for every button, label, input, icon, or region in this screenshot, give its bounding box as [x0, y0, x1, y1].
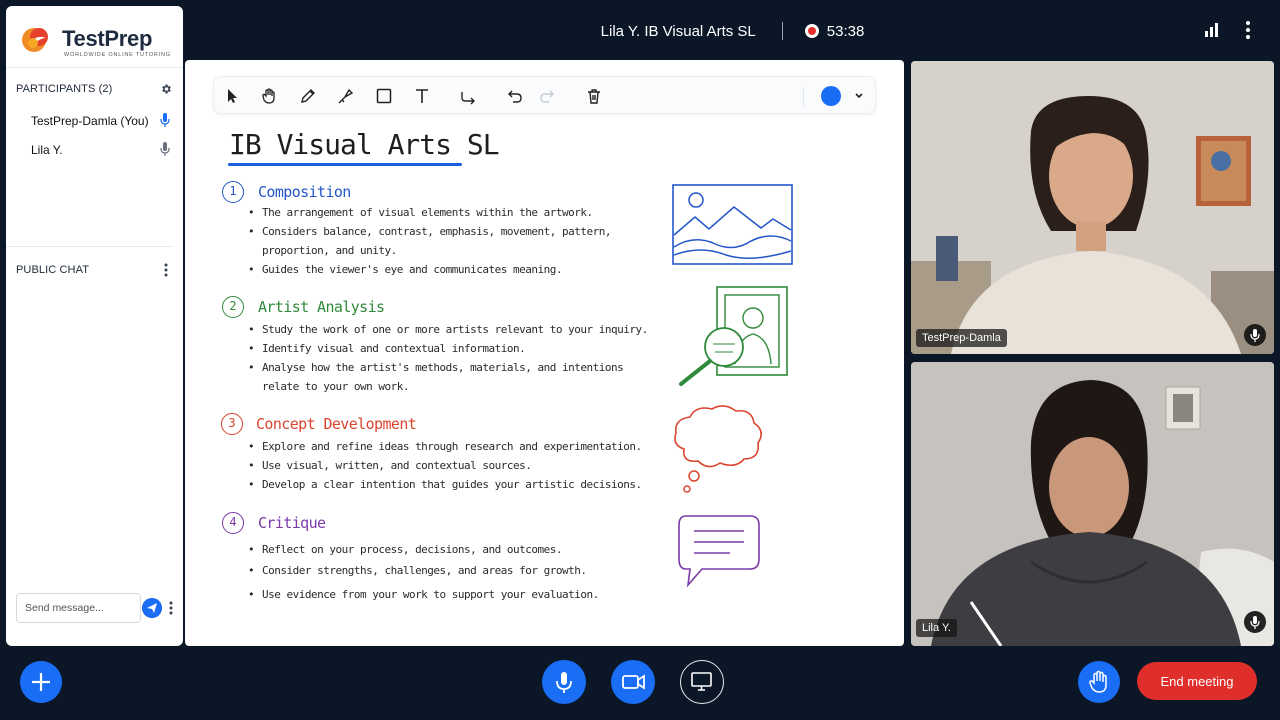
- hand-icon[interactable]: [260, 86, 280, 106]
- marker-icon[interactable]: [336, 86, 356, 106]
- gear-icon[interactable]: [160, 83, 172, 95]
- participant-row-damla[interactable]: TestPrep-Damla (You): [31, 114, 149, 128]
- whiteboard[interactable]: IB Visual Arts SL 1 Composition The arra…: [185, 60, 904, 646]
- add-plus-button[interactable]: [20, 661, 62, 703]
- raise-hand-button[interactable]: [1078, 661, 1120, 703]
- participant-name-tag: Lila Y.: [916, 619, 957, 637]
- bullet-item: Guides the viewer's eye and communicates…: [248, 263, 563, 276]
- chat-options-icon[interactable]: [164, 263, 168, 277]
- camera-button[interactable]: [611, 660, 655, 704]
- magnifier-portrait-icon: [679, 286, 788, 386]
- microphone-icon[interactable]: [1244, 611, 1266, 633]
- bullet-item: Analyse how the artist's methods, materi…: [248, 361, 624, 374]
- screen-share-button[interactable]: [680, 660, 724, 704]
- whiteboard-title: IB Visual Arts SL: [229, 128, 500, 161]
- logo-text: TestPrep: [62, 26, 153, 51]
- section-heading: Artist Analysis: [258, 298, 385, 316]
- bullet-item: Reflect on your process, decisions, and …: [248, 543, 563, 556]
- section-heading: Composition: [258, 183, 351, 201]
- rectangle-icon[interactable]: [374, 86, 394, 106]
- bullet-item: The arrangement of visual elements withi…: [248, 206, 593, 219]
- participant-video: [911, 61, 1274, 354]
- participant-video: [911, 362, 1274, 646]
- section-number: 2: [222, 296, 244, 318]
- speech-bubble-icon: [678, 515, 760, 588]
- microphone-icon: [160, 142, 170, 156]
- testprep-logo: TestPrep WORLDWIDE ONLINE TUTORING: [20, 22, 170, 66]
- meeting-timer: 53:38: [826, 22, 865, 40]
- signal-bars-icon[interactable]: [1204, 22, 1220, 38]
- section-number: 4: [222, 512, 244, 534]
- meeting-title: Lila Y. IB Visual Arts SL: [600, 22, 756, 40]
- microphone-icon: [556, 672, 572, 693]
- testprep-logo-icon: [22, 28, 48, 52]
- meeting-header: Lila Y. IB Visual Arts SL 53:38: [185, 22, 1280, 40]
- bullet-item: Identify visual and contextual informati…: [248, 342, 526, 355]
- section-number: 3: [221, 413, 243, 435]
- participant-name-tag: TestPrep-Damla: [916, 329, 1007, 347]
- participant-row-lila[interactable]: Lila Y.: [31, 143, 63, 157]
- raise-hand-icon: [1089, 670, 1107, 693]
- microphone-button[interactable]: [542, 660, 586, 704]
- bullet-item: Use visual, written, and contextual sour…: [248, 459, 532, 472]
- top-bar: Lila Y. IB Visual Arts SL 53:38: [185, 0, 1280, 60]
- participants-heading: PARTICIPANTS (2): [16, 83, 113, 95]
- pencil-icon[interactable]: [298, 86, 318, 106]
- monitor-icon: [691, 672, 712, 691]
- thought-bubble-icon: [674, 405, 762, 493]
- send-message-input[interactable]: [16, 593, 141, 623]
- microphone-active-icon: [160, 113, 170, 127]
- text-tool-icon[interactable]: [412, 86, 432, 106]
- header-divider: [781, 22, 783, 40]
- trash-icon[interactable]: [584, 86, 604, 106]
- sidebar: TestPrep WORLDWIDE ONLINE TUTORING PARTI…: [6, 6, 183, 646]
- redo-icon[interactable]: [538, 86, 558, 106]
- message-options-icon[interactable]: [169, 601, 173, 615]
- landscape-image-icon: [672, 184, 793, 265]
- bullet-item: Explore and refine ideas through researc…: [248, 440, 642, 453]
- video-tile-lila[interactable]: Lila Y.: [911, 362, 1274, 646]
- video-camera-icon: [622, 674, 645, 690]
- bullet-item: Use evidence from your work to support y…: [248, 588, 599, 601]
- bullet-item: Consider strengths, challenges, and area…: [248, 564, 587, 577]
- section-heading: Concept Development: [256, 415, 417, 433]
- sidebar-divider: [6, 246, 173, 247]
- section-number: 1: [222, 181, 244, 203]
- bullet-item: proportion, and unity.: [262, 244, 397, 257]
- bullet-item: Considers balance, contrast, emphasis, m…: [248, 225, 612, 238]
- whiteboard-toolbar: [213, 76, 876, 114]
- more-options-icon[interactable]: [1240, 20, 1256, 40]
- title-underline: [228, 163, 462, 166]
- section-heading: Critique: [258, 514, 326, 532]
- chevron-down-icon[interactable]: [854, 91, 864, 101]
- bullet-item: Study the work of one or more artists re…: [248, 323, 648, 336]
- connector-icon[interactable]: [458, 86, 478, 106]
- logo-tagline: WORLDWIDE ONLINE TUTORING: [64, 52, 171, 58]
- bullet-item: Develop a clear intention that guides yo…: [248, 478, 642, 491]
- undo-icon[interactable]: [504, 86, 524, 106]
- end-meeting-button[interactable]: End meeting: [1137, 662, 1257, 700]
- send-icon[interactable]: [142, 598, 162, 618]
- sidebar-divider: [6, 67, 183, 68]
- toolbar-separator: [803, 87, 804, 107]
- microphone-icon[interactable]: [1244, 324, 1266, 346]
- select-pointer-icon[interactable]: [222, 86, 242, 106]
- video-tile-damla[interactable]: TestPrep-Damla: [911, 61, 1274, 354]
- public-chat-heading: PUBLIC CHAT: [16, 264, 90, 276]
- bullet-item: relate to your own work.: [262, 380, 409, 393]
- recording-icon: [804, 24, 819, 38]
- color-swatch[interactable]: [821, 86, 841, 106]
